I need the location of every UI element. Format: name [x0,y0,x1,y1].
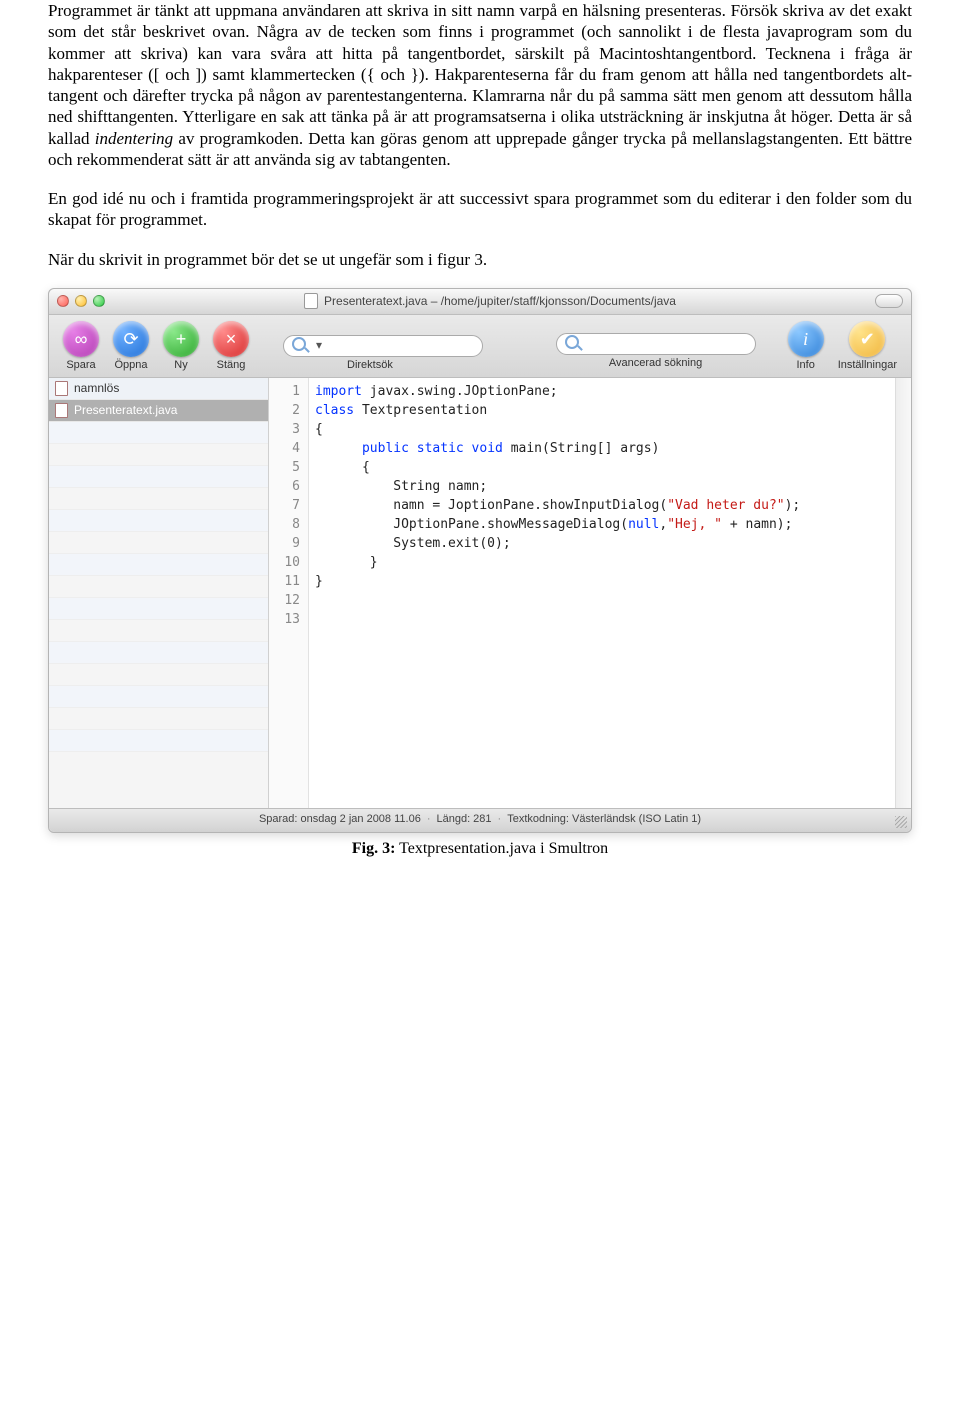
sidebar-item-file[interactable]: Presenteratext.java [49,400,268,422]
prefs-label: Inställningar [838,359,897,373]
file-icon [55,381,68,396]
statusbar: Sparad: onsdag 2 jan 2008 11.06 · Längd:… [49,808,911,832]
minimize-window-icon[interactable] [75,295,87,307]
new-icon: + [163,321,199,357]
status-length: Längd: 281 [436,813,491,827]
new-button[interactable]: + Ny [159,321,203,373]
vertical-scrollbar[interactable] [895,378,911,808]
sidebar-item-label: namnlös [74,381,119,396]
file-icon [55,403,68,418]
sidebar-item-file[interactable]: namnlös [49,378,268,400]
figure-caption: Fig. 3: Textpresentation.java i Smultron [48,839,912,859]
doc-paragraph-1: Programmet är tänkt att uppmana användar… [48,0,912,170]
toolbar-toggle-icon[interactable] [875,294,903,308]
code-editor[interactable]: 1234567 8910111213 import javax.swing.JO… [269,378,911,808]
close-icon: × [213,321,249,357]
open-button[interactable]: ⟳ Öppna [109,321,153,373]
new-label: Ny [174,359,187,373]
window-title: Presenteratext.java – /home/jupiter/staf… [324,294,676,309]
window-controls [57,295,105,307]
advanced-search-input[interactable] [556,333,756,355]
close-label: Stäng [217,359,246,373]
main-area: namnlös Presenteratext.java 1234567 8910… [49,378,911,808]
p1b-italic: indentering [95,129,173,148]
file-sidebar: namnlös Presenteratext.java [49,378,269,808]
toolbar: ∞ Spara ⟳ Öppna + Ny × Stäng ▾ Direktsök [49,315,911,378]
open-label: Öppna [114,359,147,373]
save-button[interactable]: ∞ Spara [59,321,103,373]
info-label: Info [797,359,815,373]
document-icon [304,293,318,309]
advanced-search-label: Avancerad sökning [609,357,702,373]
search-icon [292,337,306,355]
zoom-window-icon[interactable] [93,295,105,307]
p1c-text: av programkoden. Detta kan göras genom a… [48,129,912,169]
sidebar-item-label: Presenteratext.java [74,403,177,418]
info-button[interactable]: i Info [784,321,828,373]
status-encoding: Textkodning: Västerländsk (ISO Latin 1) [507,813,701,827]
editor-window: Presenteratext.java – /home/jupiter/staf… [48,288,912,833]
search-label: Direktsök [347,359,393,373]
open-icon: ⟳ [113,321,149,357]
close-window-icon[interactable] [57,295,69,307]
window-title-area: Presenteratext.java – /home/jupiter/staf… [113,293,867,309]
close-button[interactable]: × Stäng [209,321,253,373]
resize-grip-icon[interactable] [895,816,907,828]
search-input[interactable]: ▾ [283,335,483,357]
caption-label: Fig. 3: [352,840,396,857]
code-content[interactable]: import javax.swing.JOptionPane;class Tex… [309,378,895,808]
search-icon [565,335,579,353]
save-label: Spara [66,359,95,373]
prefs-button[interactable]: ✔ Inställningar [834,321,901,373]
info-icon: i [788,321,824,357]
doc-paragraph-3: När du skrivit in programmet bör det se … [48,249,912,270]
line-gutter: 1234567 8910111213 [269,378,309,808]
caption-text: Textpresentation.java i Smultron [395,840,608,857]
titlebar: Presenteratext.java – /home/jupiter/staf… [49,289,911,315]
status-saved: Sparad: onsdag 2 jan 2008 11.06 [259,813,421,827]
search-group: ▾ Direktsök [283,335,527,373]
prefs-icon: ✔ [849,321,885,357]
save-icon: ∞ [63,321,99,357]
doc-paragraph-2: En god idé nu och i framtida programmeri… [48,188,912,231]
